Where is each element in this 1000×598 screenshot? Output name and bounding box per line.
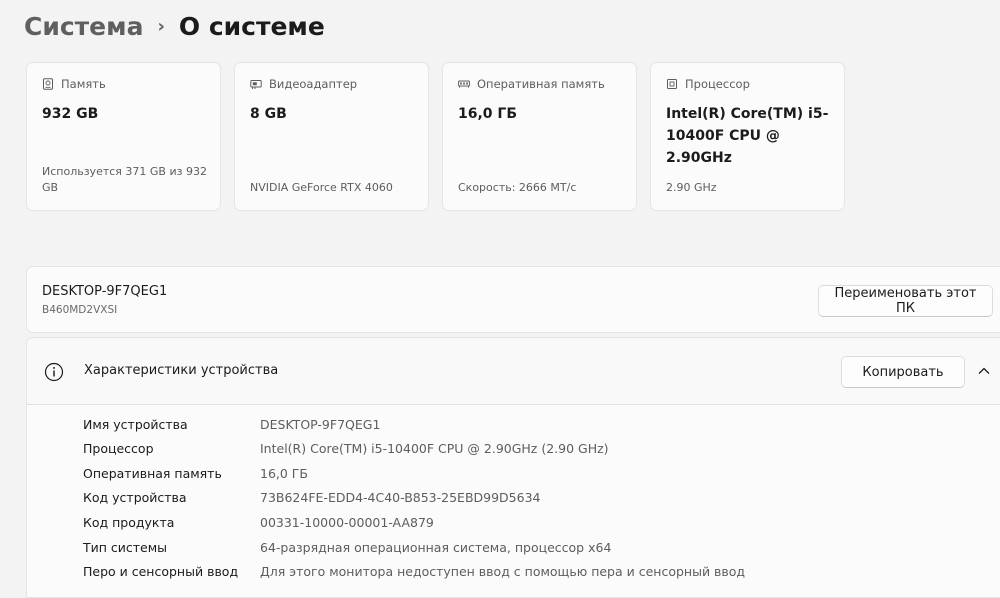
spec-row-ram: Оперативная память 16,0 ГБ [83, 463, 308, 483]
pc-model: B460MD2VXSI [42, 304, 118, 316]
spec-value: 00331-10000-00001-AA879 [260, 514, 434, 530]
device-specs-list: Имя устройства DESKTOP-9F7QEG1 Процессор… [26, 404, 1000, 598]
ram-card-value: 16,0 ГБ [458, 106, 518, 122]
about-page: Система › О системе Память 932 GB Исполь… [0, 0, 1000, 598]
chevron-up-icon[interactable] [977, 364, 991, 378]
spec-label: Процессор [83, 440, 154, 456]
storage-card-label: Память [61, 77, 106, 91]
spec-label: Код продукта [83, 514, 175, 530]
gpu-card: Видеоадаптер 8 GB NVIDIA GeForce RTX 406… [234, 62, 429, 211]
cpu-card-label: Процессор [685, 77, 750, 91]
gpu-icon [250, 80, 262, 89]
info-icon [44, 362, 64, 382]
page-title: О системе [178, 12, 325, 41]
cpu-card-value: Intel(R) Core(TM) i5-10400F CPU @ 2.90GH… [666, 106, 829, 166]
gpu-card-header: Видеоадаптер [250, 77, 413, 91]
ram-card-detail: Скорость: 2666 МТ/с [458, 181, 577, 194]
spec-label: Перо и сенсорный ввод [83, 563, 239, 579]
spec-row-processor: Процессор Intel(R) Core(TM) i5-10400F CP… [83, 438, 609, 458]
rename-pc-button[interactable]: Переименовать этот ПК [818, 285, 993, 317]
spec-row-system-type: Тип системы 64-разрядная операционная си… [83, 537, 611, 557]
cpu-card-detail: 2.90 GHz [666, 181, 717, 194]
spec-value: 73B624FE-EDD4-4C40-B853-25EBD99D5634 [260, 489, 541, 505]
device-specs-header[interactable]: Характеристики устройства Копировать [26, 337, 1000, 404]
cpu-card-header: Процессор [666, 77, 829, 91]
device-specs-title: Характеристики устройства [84, 363, 279, 378]
spec-label: Код устройства [83, 489, 187, 505]
spec-value: Для этого монитора недоступен ввод с пом… [260, 563, 746, 579]
storage-card: Память 932 GB Используется 371 GB из 932… [26, 62, 221, 211]
spec-value: 64-разрядная операционная система, проце… [260, 539, 612, 555]
spec-cards: Память 932 GB Используется 371 GB из 932… [26, 62, 845, 211]
cpu-card: Процессор Intel(R) Core(TM) i5-10400F CP… [650, 62, 845, 211]
spec-value: Intel(R) Core(TM) i5-10400F CPU @ 2.90GH… [260, 440, 609, 456]
spec-row-device-name: Имя устройства DESKTOP-9F7QEG1 [83, 414, 380, 434]
copy-button[interactable]: Копировать [841, 356, 965, 388]
storage-card-value: 932 GB [42, 106, 99, 122]
pc-name-row: DESKTOP-9F7QEG1 B460MD2VXSI Переименоват… [26, 266, 1000, 333]
breadcrumb-separator: › [157, 16, 165, 37]
pc-name: DESKTOP-9F7QEG1 [42, 284, 168, 299]
ram-card-header: Оперативная память [458, 77, 621, 91]
spec-value: DESKTOP-9F7QEG1 [260, 416, 381, 432]
spec-label: Имя устройства [83, 416, 188, 432]
gpu-card-value: 8 GB [250, 106, 287, 122]
spec-row-pen-touch: Перо и сенсорный ввод Для этого монитора… [83, 561, 745, 581]
breadcrumb-system-link[interactable]: Система [24, 8, 143, 46]
gpu-card-detail: NVIDIA GeForce RTX 4060 [250, 181, 393, 194]
spec-row-product-id: Код продукта 00331-10000-00001-AA879 [83, 512, 434, 532]
storage-icon [43, 78, 53, 90]
storage-card-detail: Используется 371 GB из 932 GB [42, 165, 207, 194]
spec-label: Оперативная память [83, 465, 222, 481]
gpu-card-label: Видеоадаптер [269, 77, 358, 91]
storage-card-header: Память [42, 77, 205, 91]
ram-icon [458, 80, 470, 88]
spec-value: 16,0 ГБ [260, 465, 309, 481]
ram-card: Оперативная память 16,0 ГБ Скорость: 266… [442, 62, 637, 211]
spec-row-device-id: Код устройства 73B624FE-EDD4-4C40-B853-2… [83, 487, 541, 507]
ram-card-label: Оперативная память [477, 77, 605, 91]
cpu-icon [667, 79, 677, 89]
spec-label: Тип системы [83, 539, 168, 555]
breadcrumb: Система › О системе [24, 8, 325, 46]
